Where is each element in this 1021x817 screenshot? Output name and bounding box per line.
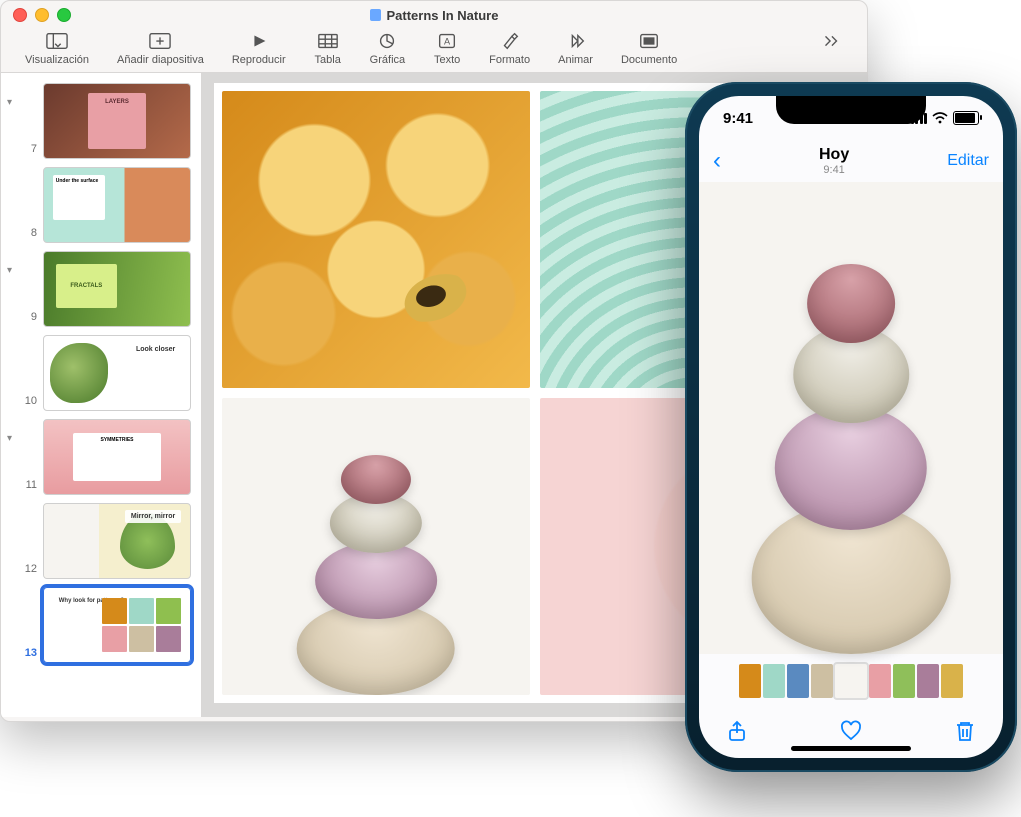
add-slide-icon [146,31,174,51]
slide-thumbnail: Under the surface [43,167,191,243]
filmstrip-thumb[interactable] [787,664,809,698]
filmstrip-thumb[interactable] [869,664,891,698]
chevron-right-double-icon [817,31,845,51]
text-button[interactable]: A Texto [433,31,461,66]
add-slide-button[interactable]: Añadir diapositiva [117,31,204,66]
nav-bar: ‹ Hoy 9:41 Editar [699,140,1003,182]
filmstrip-thumb[interactable] [941,664,963,698]
disclosure-triangle-icon[interactable]: ▾ [7,265,12,276]
document-button[interactable]: Documento [621,31,677,66]
traffic-lights [1,8,71,22]
filmstrip-thumb[interactable] [893,664,915,698]
document-icon [370,9,381,21]
slide-thumbnail: LAYERS [43,83,191,159]
slide-thumbnail-13[interactable]: 13 Why look for patterns? [1,583,201,667]
chart-label: Gráfica [370,54,405,66]
disclosure-triangle-icon[interactable]: ▾ [7,97,12,108]
text-icon: A [433,31,461,51]
delete-button[interactable] [953,719,977,748]
filmstrip-thumb-current[interactable] [835,664,867,698]
document-label: Documento [621,54,677,66]
slide-number: 12 [23,563,37,579]
slide-thumbnail: Look closer [43,335,191,411]
window-title-text: Patterns In Nature [387,8,499,23]
format-button[interactable]: Formato [489,31,530,66]
text-label: Texto [434,54,460,66]
share-button[interactable] [725,719,749,748]
slide-thumbnail-11[interactable]: 11 SYMMETRIES [1,415,201,499]
format-label: Formato [489,54,530,66]
chart-icon [373,31,401,51]
view-label: Visualización [25,54,89,66]
play-label: Reproducir [232,54,286,66]
view-button[interactable]: Visualización [25,31,89,66]
slide-image-honeycomb[interactable] [222,91,530,388]
slide-number: 10 [23,395,37,411]
notch [776,96,926,124]
home-indicator[interactable] [791,746,911,751]
battery-icon [953,111,979,125]
slide-thumbnail: SYMMETRIES [43,419,191,495]
slide-number: 13 [23,647,37,663]
wifi-icon [932,112,948,124]
slide-thumbnail-10[interactable]: 10 Look closer [1,331,201,415]
document-icon [635,31,663,51]
nav-subtitle-text: 9:41 [819,164,849,176]
status-time: 9:41 [723,110,753,127]
view-icon [43,31,71,51]
slide-number: 8 [23,227,37,243]
slide-number: 11 [23,479,37,495]
iphone-device: 9:41 ‹ Hoy 9:41 Editar [685,82,1017,772]
svg-text:A: A [444,37,451,47]
slide-thumbnail: Mirror, mirror [43,503,191,579]
table-button[interactable]: Tabla [314,31,342,66]
slide-thumbnail: Why look for patterns? [43,587,191,663]
nav-title-text: Hoy [819,146,849,164]
slide-navigator[interactable]: ▾ 7 LAYERS 8 Under the surface ▾ 9 FRACT… [1,73,202,717]
slide-thumbnail-9[interactable]: 9 FRACTALS [1,247,201,331]
zoom-window-button[interactable] [57,8,71,22]
slide-image-urchins[interactable] [222,398,530,695]
slide-thumbnail: FRACTALS [43,251,191,327]
table-label: Tabla [315,54,341,66]
slide-number: 9 [23,311,37,327]
favorite-button[interactable] [839,719,863,748]
filmstrip-thumb[interactable] [739,664,761,698]
photo-filmstrip[interactable] [699,654,1003,708]
photos-app-screen: 9:41 ‹ Hoy 9:41 Editar [699,96,1003,758]
disclosure-triangle-icon[interactable]: ▾ [7,433,12,444]
filmstrip-thumb[interactable] [811,664,833,698]
edit-button[interactable]: Editar [947,152,989,170]
play-icon [245,31,273,51]
toolbar-overflow-button[interactable] [817,31,845,51]
animate-label: Animar [558,54,593,66]
photo-viewer[interactable] [699,182,1003,654]
add-slide-label: Añadir diapositiva [117,54,204,66]
minimize-window-button[interactable] [35,8,49,22]
chart-button[interactable]: Gráfica [370,31,405,66]
slide-thumbnail-12[interactable]: 12 Mirror, mirror [1,499,201,583]
table-icon [314,31,342,51]
window-title: Patterns In Nature [1,8,867,23]
play-button[interactable]: Reproducir [232,31,286,66]
filmstrip-thumb[interactable] [763,664,785,698]
close-window-button[interactable] [13,8,27,22]
format-icon [496,31,524,51]
slide-thumbnail-8[interactable]: 8 Under the surface [1,163,201,247]
nav-title: Hoy 9:41 [819,146,849,176]
animate-icon [562,31,590,51]
slide-thumbnail-7[interactable]: 7 LAYERS [1,79,201,163]
toolbar: Visualización Añadir diapositiva Reprodu… [1,29,867,73]
animate-button[interactable]: Animar [558,31,593,66]
titlebar: Patterns In Nature [1,1,867,29]
back-button[interactable]: ‹ [713,147,721,175]
slide-number: 7 [23,143,37,159]
filmstrip-thumb[interactable] [917,664,939,698]
